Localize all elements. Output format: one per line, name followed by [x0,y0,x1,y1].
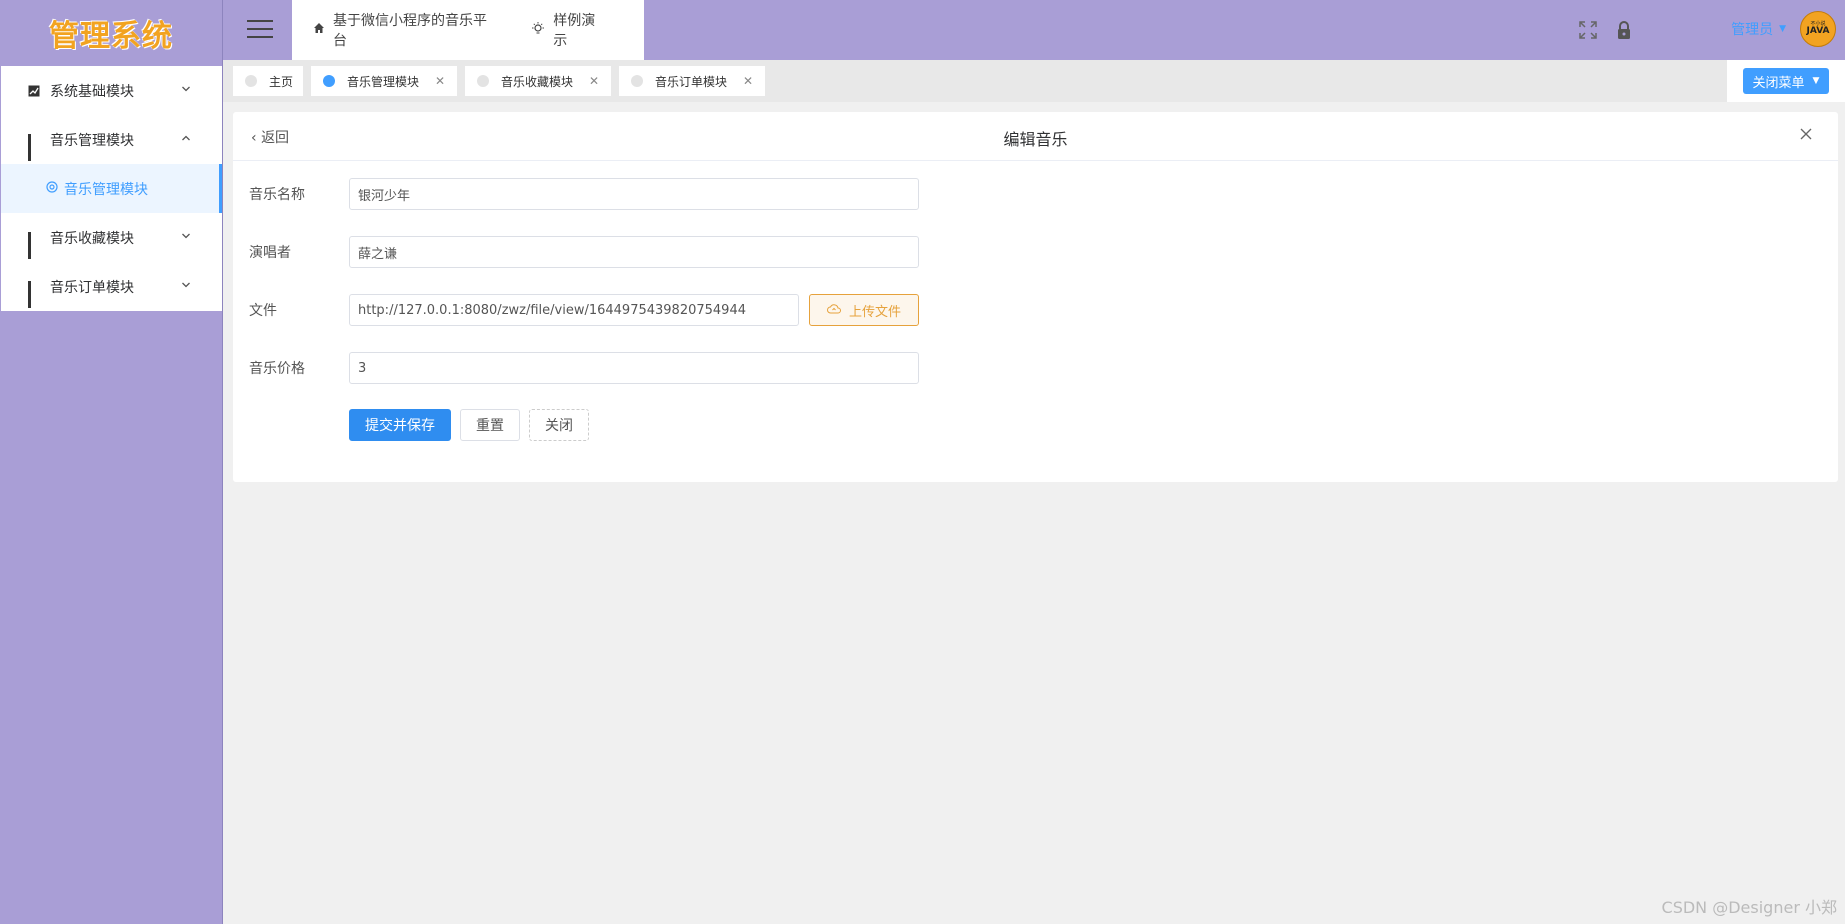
sidebar-item-music[interactable]: 音乐管理模块 [1,115,222,164]
chart-icon [28,85,40,97]
caret-down-icon: ▼ [1812,76,1820,86]
chevron-down-icon [180,231,192,244]
submit-save-button[interactable]: 提交并保存 [349,409,451,441]
header-icons [1576,18,1636,42]
tab-music-collection[interactable]: 音乐收藏模块 ✕ [465,66,611,96]
sidebar-item-label: 系统基础模块 [50,83,134,100]
hamburger-menu-icon[interactable] [247,20,273,40]
page-title: 编辑音乐 [1003,130,1068,149]
close-menu-wrap: 关闭菜单 ▼ [1727,60,1845,102]
form-row-file: 文件 上传文件 [249,294,919,326]
edit-music-card: ‹ 返回 编辑音乐 音乐名称 演唱者 文件 上传文件 音乐价格 提交并保存 重置… [233,112,1838,482]
tab-home[interactable]: 主页 [233,66,303,96]
form-row-price: 音乐价格 [249,352,919,384]
tab-label: 主页 [269,74,294,89]
close-menu-button[interactable]: 关闭菜单 ▼ [1742,68,1830,94]
tab-dot [323,75,335,87]
sidebar-item-label: 音乐收藏模块 [50,230,134,247]
close-icon[interactable] [1796,124,1816,144]
sidebar-item-orders[interactable]: 音乐订单模块 [1,262,222,311]
sidebar-item-label: 音乐订单模块 [50,279,134,296]
lock-icon[interactable] [1612,18,1636,42]
form-actions: 提交并保存 重置 关闭 [349,409,589,441]
close-icon[interactable]: ✕ [743,74,753,88]
reset-button[interactable]: 重置 [460,409,520,441]
caret-down-icon: ▼ [1779,24,1786,34]
close-icon[interactable]: ✕ [589,74,599,88]
user-name[interactable]: 管理员 [1731,19,1773,39]
logo: 管理系统 [0,0,222,66]
nav-item-label: 样例演示 [553,13,596,49]
sidebar-subitem-music-manage[interactable]: 音乐管理模块 [1,164,222,213]
top-header: 基于微信小程序的音乐平台 样例演示 管理员 ▼ 不小说 JAVA [223,0,1845,60]
bulb-icon [531,21,545,39]
tab-music-orders[interactable]: 音乐订单模块 ✕ [619,66,765,96]
upload-file-button[interactable]: 上传文件 [809,294,919,326]
avatar-text: JAVA [1806,26,1830,36]
tab-dot [631,75,643,87]
avatar[interactable]: 不小说 JAVA [1800,11,1836,47]
chevron-down-icon [180,84,192,97]
sidebar: 管理系统 系统基础模块 音乐管理模块 音乐管理模块 音乐收藏模块 音乐订单模块 [0,0,223,924]
price-label: 音乐价格 [249,361,305,377]
tab-music-manage[interactable]: 音乐管理模块 ✕ [311,66,457,96]
name-label: 音乐名称 [249,187,305,203]
user-menu[interactable]: 管理员 ▼ 不小说 JAVA [1731,11,1836,47]
grid-icon [28,280,40,308]
chevron-down-icon [180,280,192,293]
close-icon[interactable]: ✕ [435,74,445,88]
grid-icon [28,133,40,161]
close-menu-label: 关闭菜单 [1752,75,1805,91]
sidebar-item-collection[interactable]: 音乐收藏模块 [1,213,222,262]
sidebar-item-label: 音乐管理模块 [64,181,148,198]
fullscreen-icon[interactable] [1576,18,1600,42]
tab-label: 音乐收藏模块 [501,74,574,89]
tab-label: 音乐订单模块 [655,74,728,89]
sidebar-item-system[interactable]: 系统基础模块 [1,66,222,115]
watermark: CSDN @Designer 小郑 [1661,898,1837,917]
file-url-input[interactable] [349,294,799,326]
price-input[interactable] [349,352,919,384]
header-nav: 基于微信小程序的音乐平台 样例演示 [292,0,644,60]
tab-dot [477,75,489,87]
upload-label: 上传文件 [848,304,901,320]
home-icon [313,22,325,38]
music-name-input[interactable] [349,178,919,210]
close-button[interactable]: 关闭 [529,409,589,441]
tab-dot [245,75,257,87]
singer-label: 演唱者 [249,245,291,261]
chevron-up-icon [180,133,192,146]
tabs-bar: 主页 音乐管理模块 ✕ 音乐收藏模块 ✕ 音乐订单模块 ✕ 关闭菜单 ▼ [223,60,1845,102]
gear-icon [46,180,58,197]
cloud-upload-icon [827,303,841,317]
form-row-name: 音乐名称 [249,178,919,210]
form-row-singer: 演唱者 [249,236,919,268]
grid-icon [28,231,40,259]
sidebar-item-label: 音乐管理模块 [50,132,134,149]
nav-item-demo[interactable]: 样例演示 [531,10,606,50]
singer-input[interactable] [349,236,919,268]
tab-label: 音乐管理模块 [347,74,420,89]
logo-text: 管理系统 [49,19,173,54]
sidebar-menu: 系统基础模块 音乐管理模块 音乐管理模块 音乐收藏模块 音乐订单模块 [1,66,222,311]
file-label: 文件 [249,303,277,319]
nav-item-label: 基于微信小程序的音乐平台 [333,13,487,49]
nav-item-platform[interactable]: 基于微信小程序的音乐平台 [313,10,493,50]
card-header: ‹ 返回 编辑音乐 [233,112,1838,161]
